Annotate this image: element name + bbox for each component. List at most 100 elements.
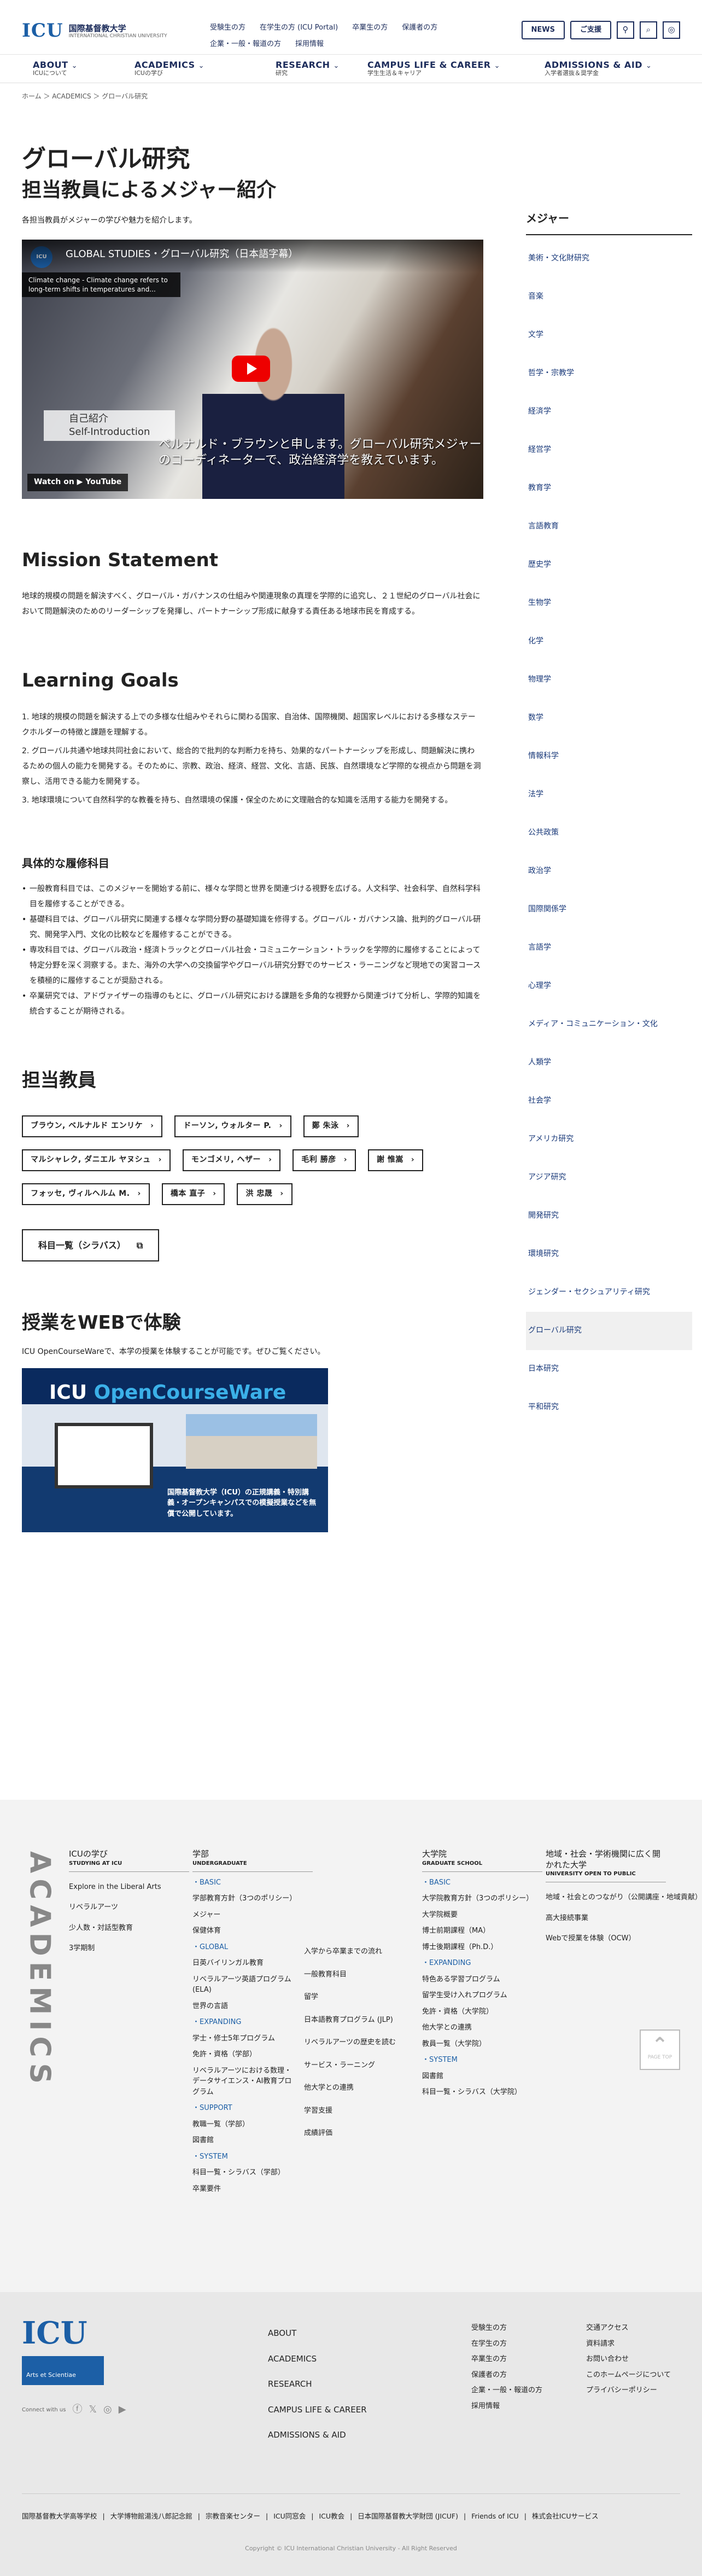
nav-academics[interactable]: ACADEMICS ⌄ ICUの学び xyxy=(134,60,204,77)
faculty-button[interactable]: 鄭 朱泳 › xyxy=(303,1115,359,1137)
sidebar-item[interactable]: 物理学 xyxy=(526,661,692,699)
sidebar-item[interactable]: 社会学 xyxy=(526,1082,692,1120)
footer-nav-link[interactable]: ADMISSIONS & AID xyxy=(268,2422,367,2448)
related-link[interactable]: ICU教会 xyxy=(319,2510,345,2522)
footer-link[interactable]: 成績評価 xyxy=(304,2128,402,2139)
faculty-button[interactable]: 洪 忠晟 › xyxy=(237,1183,292,1205)
footer-link[interactable]: 他大学との連携 xyxy=(422,2022,531,2033)
util-link[interactable]: 企業・一般・報道の方 xyxy=(210,38,281,50)
util-link[interactable]: 受験生の方 xyxy=(210,22,245,34)
sidebar-item[interactable]: 情報科学 xyxy=(526,737,692,776)
sidebar-item[interactable]: アジア研究 xyxy=(526,1159,692,1197)
sidebar-item[interactable]: 音楽 xyxy=(526,278,692,316)
footer-link[interactable]: Explore in the Liberal Arts xyxy=(69,1882,189,1893)
footer-link[interactable]: 博士後期課程（Ph.D.） xyxy=(422,1942,531,1953)
sidebar-item[interactable]: 美術・文化財研究 xyxy=(526,240,692,278)
footer-link[interactable]: 留学 xyxy=(304,1992,402,2003)
sidebar-item[interactable]: グローバル研究 xyxy=(526,1312,692,1350)
youtube-icon[interactable]: ▶ xyxy=(119,2401,126,2418)
footer-link[interactable]: 他大学との連携 xyxy=(304,2083,402,2094)
watch-on-youtube[interactable]: Watch on ▶ YouTube xyxy=(27,473,128,491)
footer-link[interactable]: 科目一覧・シラバス（学部） xyxy=(192,2167,296,2178)
syllabus-button[interactable]: 科目一覧（シラバス） ⧉ xyxy=(22,1229,160,1261)
sidebar-item[interactable]: 国際関係学 xyxy=(526,891,692,929)
footer-link[interactable]: 卒業要件 xyxy=(192,2184,296,2195)
sidebar-item[interactable]: 開発研究 xyxy=(526,1197,692,1235)
util-link[interactable]: 保護者の方 xyxy=(402,22,437,34)
footer-nav-link[interactable]: 資料請求 xyxy=(586,2336,671,2352)
footer-nav-link[interactable]: 交通アクセス xyxy=(586,2321,671,2336)
footer-nav-link[interactable]: ABOUT xyxy=(268,2321,367,2346)
search-icon[interactable]: ⌕ xyxy=(640,21,657,39)
footer-link[interactable]: Webで授業を体験（OCW） xyxy=(546,1933,702,1944)
sidebar-item[interactable]: 経営学 xyxy=(526,431,692,469)
faculty-button[interactable]: ブラウン, ベルナルド エンリケ › xyxy=(22,1115,163,1137)
footer-link[interactable]: 一般教育科目 xyxy=(304,1969,402,1980)
nav-admissions[interactable]: ADMISSIONS & AID ⌄ 入学者選抜＆奨学金 xyxy=(545,60,652,77)
footer-link[interactable]: 学習支援 xyxy=(304,2106,402,2116)
sidebar-item[interactable]: 人類学 xyxy=(526,1044,692,1082)
sidebar-item[interactable]: 歴史学 xyxy=(526,546,692,584)
sidebar-item[interactable]: 法学 xyxy=(526,776,692,814)
play-button[interactable] xyxy=(232,355,270,382)
footer-nav-link[interactable]: RESEARCH xyxy=(268,2371,367,2397)
footer-link[interactable]: 科目一覧・シラバス（大学院） xyxy=(422,2087,531,2098)
footer-link[interactable]: 日英バイリンガル教育 xyxy=(192,1958,296,1969)
sidebar-item[interactable]: アメリカ研究 xyxy=(526,1120,692,1159)
footer-nav-link[interactable]: 採用情報 xyxy=(471,2399,542,2415)
sidebar-item[interactable]: 化学 xyxy=(526,623,692,661)
footer-link[interactable]: リベラルアーツにおける数理・データサイエンス・AI教育プログラム xyxy=(192,2066,296,2098)
sidebar-item[interactable]: メディア・コミュニケーション・文化 xyxy=(526,1005,692,1044)
youtube-video[interactable]: ICU GLOBAL STUDIES・グローバル研究（日本語字幕） Climat… xyxy=(22,239,483,499)
footer-link[interactable]: 教職一覧（学部） xyxy=(192,2119,296,2130)
related-link[interactable]: 宗教音楽センター xyxy=(206,2510,260,2522)
related-link[interactable]: 国際基督教大学高等学校 xyxy=(22,2510,97,2522)
sidebar-item[interactable]: 政治学 xyxy=(526,852,692,891)
sidebar-item[interactable]: 文学 xyxy=(526,316,692,354)
footer-link[interactable]: 3学期制 xyxy=(69,1943,189,1954)
footer-logo[interactable]: ICU Arts et Scientiae xyxy=(22,2318,104,2385)
faculty-button[interactable]: 謝 惟嵩 › xyxy=(368,1149,424,1171)
related-link[interactable]: ICU同窓会 xyxy=(273,2510,306,2522)
footer-link[interactable]: 大学院概要 xyxy=(422,1910,531,1921)
footer-nav-link[interactable]: 在学生の方 xyxy=(471,2336,542,2352)
globe-icon[interactable]: ◎ xyxy=(663,21,680,39)
footer-nav-link[interactable]: CAMPUS LIFE & CAREER xyxy=(268,2397,367,2423)
footer-link[interactable]: 入学から卒業までの流れ xyxy=(304,1946,402,1957)
util-link[interactable]: 在学生の方 (ICU Portal) xyxy=(260,22,338,34)
faculty-button[interactable]: モンゴメリ, ヘザー › xyxy=(182,1149,281,1171)
footer-link[interactable]: 免許・資格（大学院） xyxy=(422,2007,531,2017)
sidebar-item[interactable]: 環境研究 xyxy=(526,1235,692,1274)
faculty-button[interactable]: 毛利 勝彦 › xyxy=(292,1149,356,1171)
faculty-button[interactable]: 橋本 直子 › xyxy=(161,1183,225,1205)
news-button[interactable]: NEWS xyxy=(521,21,565,40)
faculty-button[interactable]: マルシャレク, ダニエル ヤヌシュ › xyxy=(22,1149,171,1171)
footer-link[interactable]: 学部教育方針（3つのポリシー） xyxy=(192,1893,296,1904)
x-icon[interactable]: 𝕏 xyxy=(89,2401,97,2418)
footer-link[interactable]: リベラルアーツの歴史を読む xyxy=(304,2037,402,2048)
footer-nav-link[interactable]: お問い合わせ xyxy=(586,2352,671,2368)
footer-link[interactable]: 少人数・対話型教育 xyxy=(69,1923,189,1934)
sidebar-item[interactable]: 言語学 xyxy=(526,929,692,967)
sidebar-item[interactable]: 日本研究 xyxy=(526,1350,692,1388)
footer-link[interactable]: 高大接続事業 xyxy=(546,1913,702,1924)
page-top-button[interactable]: ⌃ PAGE TOP xyxy=(640,2030,680,2070)
util-link[interactable]: 採用情報 xyxy=(295,38,324,50)
facebook-icon[interactable]: ⓕ xyxy=(72,2401,82,2418)
nav-about[interactable]: ABOUT ⌄ ICUについて xyxy=(33,60,78,77)
footer-nav-link[interactable]: プライバシーポリシー xyxy=(586,2383,671,2399)
site-logo[interactable]: ICU 国際基督教大学 INTERNATIONAL CHRISTIAN UNIVE… xyxy=(22,15,167,47)
footer-link[interactable]: 大学院教育方針（3つのポリシー） xyxy=(422,1893,533,1904)
footer-link[interactable]: 世界の言語 xyxy=(192,2001,296,2012)
footer-link[interactable]: 博士前期課程（MA） xyxy=(422,1926,531,1937)
instagram-icon[interactable]: ◎ xyxy=(103,2401,112,2418)
footer-link[interactable]: 特色ある学習プログラム xyxy=(422,1974,531,1985)
footer-link[interactable]: 保健体育 xyxy=(192,1926,296,1937)
footer-link[interactable]: リベラルアーツ英語プログラム (ELA) xyxy=(192,1974,296,1996)
footer-link[interactable]: 免許・資格（学部） xyxy=(192,2049,296,2060)
footer-link[interactable]: 教員一覧（大学院） xyxy=(422,2039,531,2050)
related-link[interactable]: Friends of ICU xyxy=(471,2510,519,2522)
sidebar-item[interactable]: 言語教育 xyxy=(526,508,692,546)
sidebar-item[interactable]: 哲学・宗教学 xyxy=(526,354,692,393)
sidebar-item[interactable]: 平和研究 xyxy=(526,1388,692,1427)
